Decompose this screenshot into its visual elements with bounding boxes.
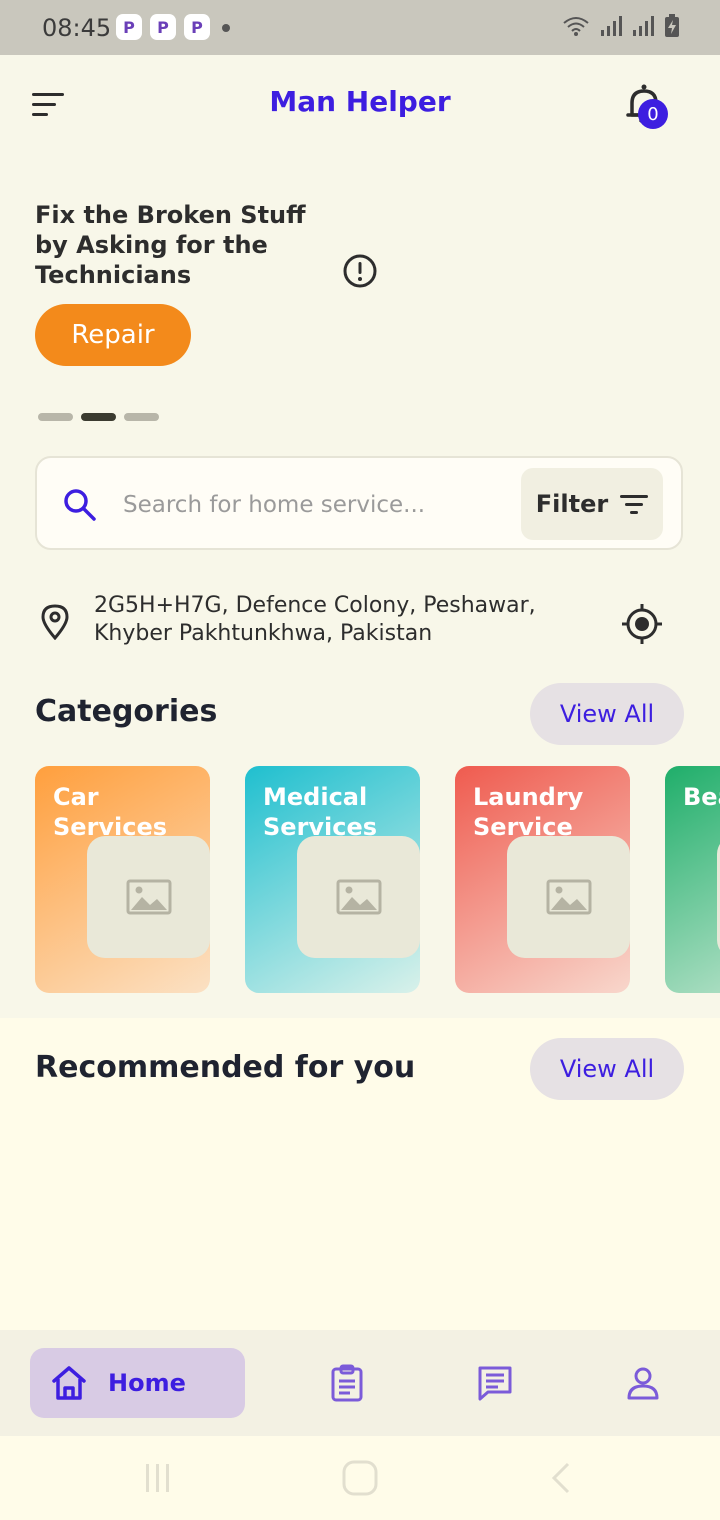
bottom-navigation: Home xyxy=(0,1330,720,1436)
status-app-icons: P P P xyxy=(116,14,210,40)
category-card[interactable]: Bea Hai xyxy=(665,766,720,993)
search-input[interactable] xyxy=(121,480,505,530)
chat-icon[interactable] xyxy=(476,1364,514,1402)
search-icon xyxy=(64,489,96,521)
my-location-icon[interactable] xyxy=(620,602,664,646)
category-card[interactable]: Car Services xyxy=(35,766,210,993)
status-bar: 08:45 P P P xyxy=(0,0,720,55)
category-image-placeholder xyxy=(87,836,210,958)
category-label: Medical Services xyxy=(263,783,378,841)
more-notifications-dot xyxy=(222,24,230,32)
info-icon xyxy=(343,254,377,288)
repair-button[interactable]: Repair xyxy=(35,304,191,366)
app-notification-icon: P xyxy=(184,14,210,40)
category-image-placeholder xyxy=(507,836,630,958)
categories-list: Car Services Medical Services Laundry Se… xyxy=(35,766,720,994)
app-notification-icon: P xyxy=(150,14,176,40)
search-bar: Filter xyxy=(35,456,683,550)
address-line-1: 2G5H+H7G, Defence Colony, Peshawar, xyxy=(94,593,536,618)
notification-count-badge: 0 xyxy=(638,99,668,129)
categories-title: Categories xyxy=(35,694,218,729)
nav-home-tab[interactable]: Home xyxy=(30,1348,245,1418)
filter-button[interactable]: Filter xyxy=(521,468,663,540)
promo-banner: Fix the Broken Stuff by Asking for the T… xyxy=(35,200,395,290)
signal-icon xyxy=(601,16,622,36)
carousel-dot-active xyxy=(81,413,116,421)
carousel-indicator xyxy=(38,413,159,421)
home-button-icon[interactable] xyxy=(340,1458,380,1498)
address-line-2: Khyber Pakhtunkhwa, Pakistan xyxy=(94,621,433,646)
location-row: 2G5H+H7G, Defence Colony, Peshawar, Khyb… xyxy=(38,592,688,652)
app-bar: Man Helper 0 xyxy=(0,55,720,155)
image-placeholder-icon xyxy=(336,879,381,915)
system-navigation-bar xyxy=(0,1436,720,1520)
categories-view-all-button[interactable]: View All xyxy=(530,683,684,745)
image-placeholder-icon xyxy=(546,879,591,915)
app-title: Man Helper xyxy=(269,85,451,118)
image-placeholder-icon xyxy=(126,879,171,915)
carousel-dot xyxy=(38,413,73,421)
nav-home-label: Home xyxy=(108,1369,186,1397)
current-address: 2G5H+H7G, Defence Colony, Peshawar, Khyb… xyxy=(94,592,554,648)
recommended-title: Recommended for you xyxy=(35,1050,416,1085)
category-label: Bea Hai xyxy=(683,783,720,811)
status-time: 08:45 xyxy=(42,14,112,42)
filter-label: Filter xyxy=(535,490,609,518)
category-card[interactable]: Laundry Service xyxy=(455,766,630,993)
location-pin-icon xyxy=(41,604,69,640)
carousel-dot xyxy=(124,413,159,421)
category-label: Laundry Service xyxy=(473,783,584,841)
system-status-icons xyxy=(562,14,680,38)
signal-icon xyxy=(633,16,654,36)
category-image-placeholder xyxy=(297,836,420,958)
recent-apps-icon[interactable] xyxy=(138,1458,178,1498)
profile-icon[interactable] xyxy=(624,1364,662,1402)
category-label: Car Services xyxy=(53,783,168,841)
banner-text: Fix the Broken Stuff by Asking for the T… xyxy=(35,201,306,289)
app-notification-icon: P xyxy=(116,14,142,40)
orders-icon[interactable] xyxy=(328,1364,366,1402)
battery-charging-icon xyxy=(665,14,679,37)
home-icon xyxy=(52,1366,86,1400)
category-card[interactable]: Medical Services xyxy=(245,766,420,993)
wifi-icon xyxy=(563,17,589,36)
filter-icon xyxy=(620,495,649,514)
recommended-view-all-button[interactable]: View All xyxy=(530,1038,684,1100)
back-icon[interactable] xyxy=(542,1458,582,1498)
